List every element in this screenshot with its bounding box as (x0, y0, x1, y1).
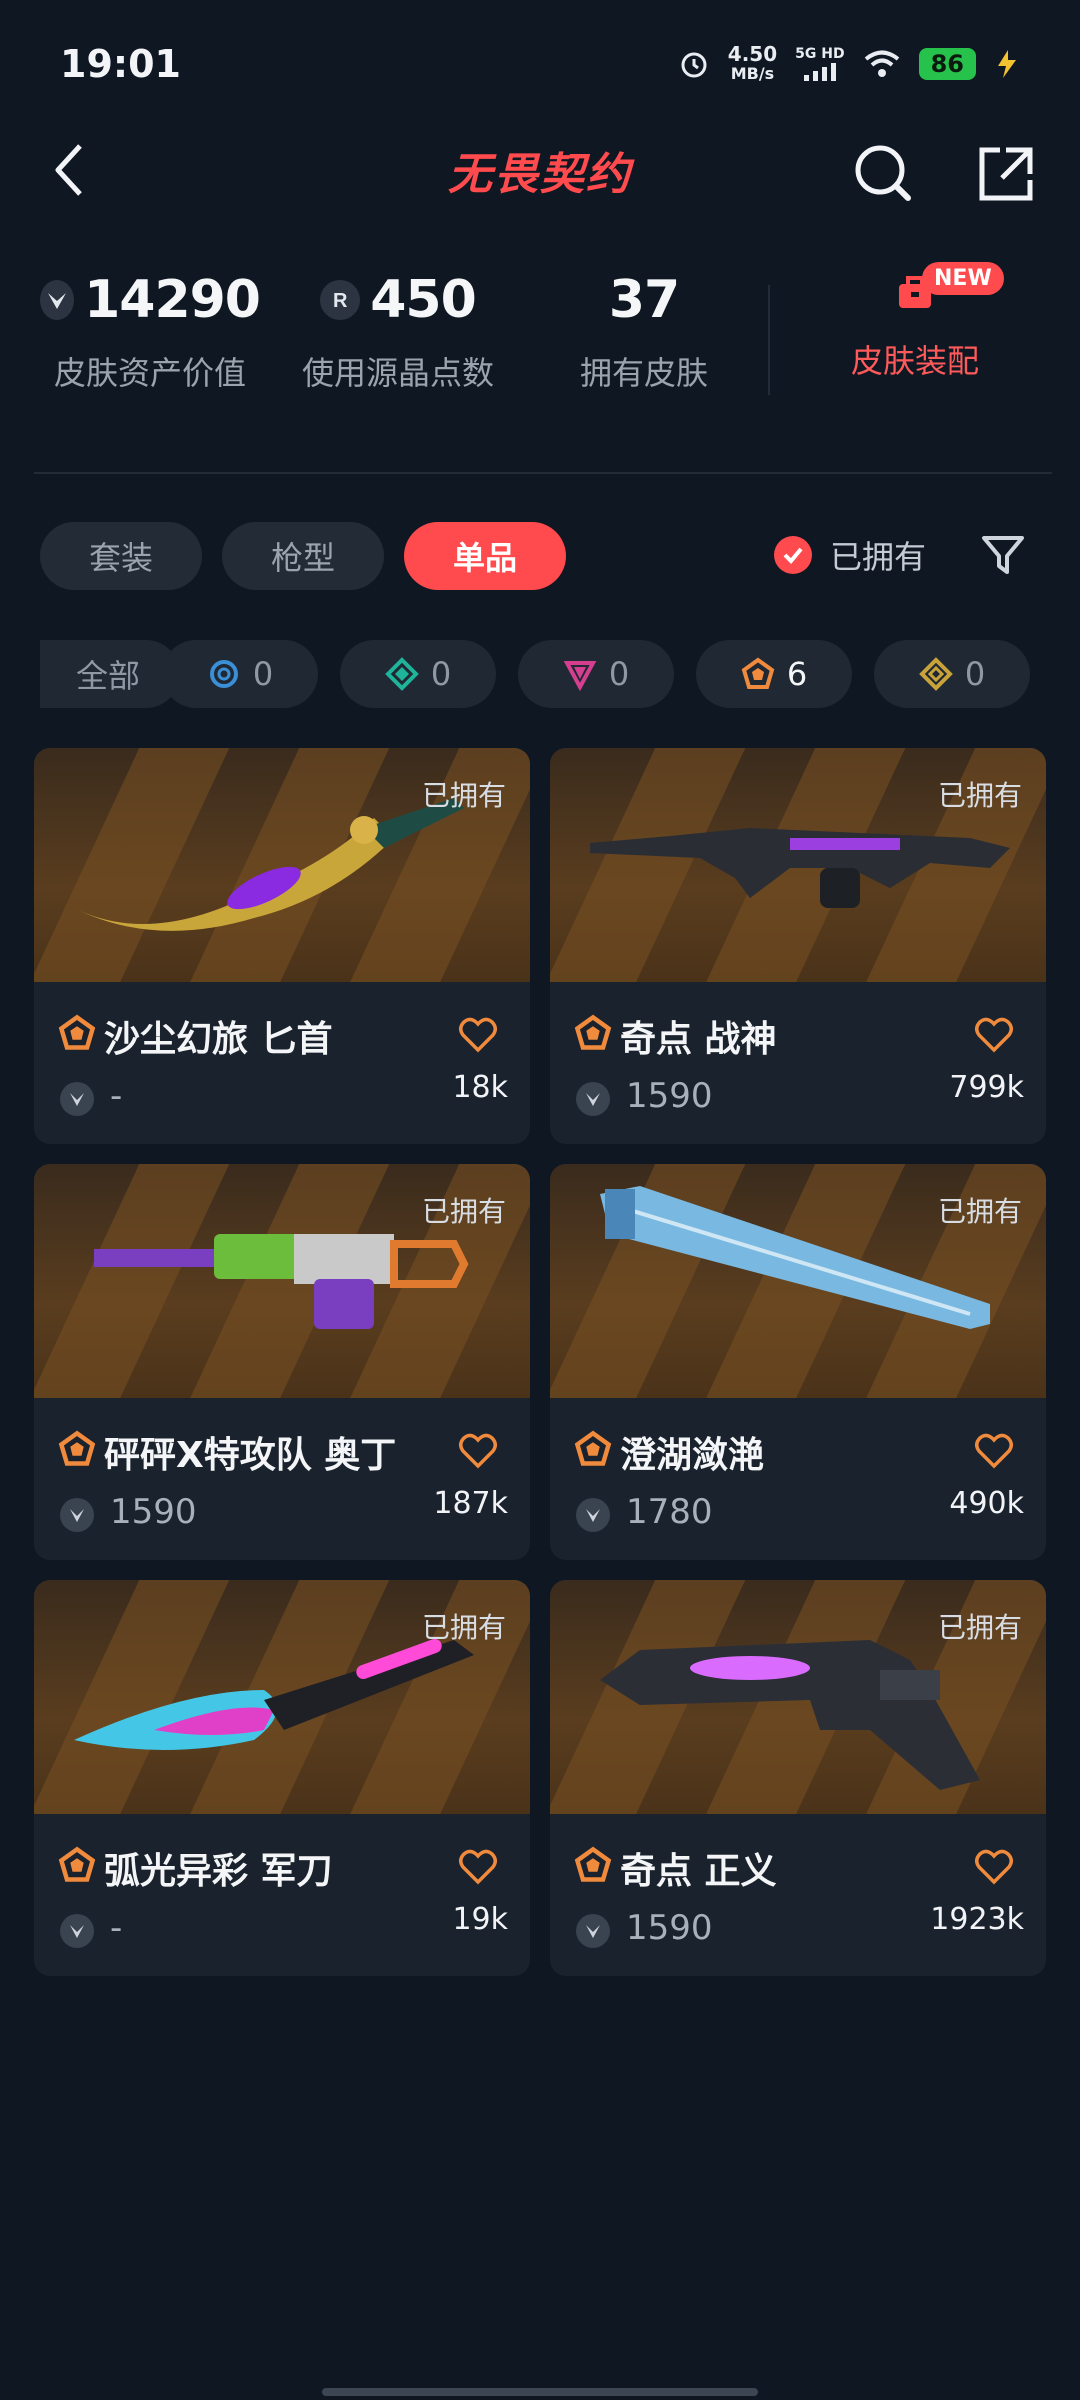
exclusive-tier-icon (574, 1846, 612, 1882)
section-divider (34, 472, 1052, 474)
battery-level: 86 (918, 48, 976, 80)
heart-icon[interactable] (974, 1848, 1014, 1886)
skin-name: 弧光异彩 军刀 (104, 1851, 333, 1892)
tier-filter-row: 全部 0 0 0 6 0 (40, 640, 1040, 708)
tier-chip-deluxe[interactable]: 0 (340, 640, 496, 708)
tab-single-item[interactable]: 单品 (404, 522, 566, 590)
like-count: 799k (949, 1070, 1024, 1105)
skin-card[interactable]: 已拥有弧光异彩 军刀 - 19k (34, 1580, 530, 1976)
skin-image: 已拥有 (34, 748, 530, 982)
owned-filter-toggle[interactable]: 已拥有 (774, 532, 926, 578)
vp-coin-icon (576, 1498, 610, 1532)
skin-price: 1590 (626, 1908, 713, 1948)
skin-name: 奇点 正义 (620, 1851, 777, 1892)
skin-image: 已拥有 (550, 1580, 1046, 1814)
new-badge: NEW (922, 262, 1004, 295)
network-speed: 4.50 MB/s (727, 42, 778, 83)
select-tier-icon (209, 660, 238, 688)
tier-chip-premium[interactable]: 0 (518, 640, 674, 708)
ultra-tier-icon (918, 657, 953, 691)
skin-price: - (110, 1908, 123, 1948)
vp-coin-icon (60, 1914, 94, 1948)
like-count: 490k (949, 1486, 1024, 1521)
share-button[interactable] (970, 138, 1040, 208)
exclusive-tier-icon (58, 1014, 96, 1050)
exclusive-tier-icon (741, 657, 775, 689)
charging-icon (998, 50, 1016, 78)
skin-price: 1590 (110, 1492, 197, 1532)
page-title: 无畏契约 (448, 149, 632, 200)
stats-divider (768, 285, 770, 395)
vp-coin-icon (576, 1082, 610, 1116)
vp-coin-icon (40, 280, 75, 320)
skin-image: 已拥有 (34, 1580, 530, 1814)
exclusive-tier-icon (574, 1430, 612, 1466)
skin-name: 奇点 战神 (620, 1019, 777, 1060)
skin-price: - (110, 1076, 123, 1116)
tier-chip-all[interactable]: 全部 (40, 640, 180, 708)
skin-name: 砰砰X特攻队 奥丁 (104, 1435, 397, 1476)
skin-name: 沙尘幻旅 匕首 (104, 1019, 333, 1060)
vp-coin-icon (60, 1082, 94, 1116)
skin-card[interactable]: 已拥有砰砰X特攻队 奥丁 1590 187k (34, 1164, 530, 1560)
alarm-icon (681, 52, 707, 78)
radianite-stat: R 450 使用源晶点数 (301, 270, 494, 392)
signal-bars-icon (803, 63, 836, 81)
owned-label: 已拥有 (421, 1611, 506, 1644)
heart-icon[interactable] (974, 1432, 1014, 1470)
skin-image: 已拥有 (550, 748, 1046, 982)
heart-icon[interactable] (458, 1848, 498, 1886)
owned-label: 已拥有 (937, 1611, 1022, 1644)
home-indicator[interactable] (322, 2388, 758, 2396)
status-icons: 4.50 MB/s 5G HD 86 (678, 44, 1020, 84)
exclusive-tier-icon (58, 1846, 96, 1882)
skin-card[interactable]: 已拥有澄湖潋滟 1780 490k (550, 1164, 1046, 1560)
skin-card[interactable]: 已拥有奇点 战神 1590 799k (550, 748, 1046, 1144)
owned-label: 已拥有 (937, 779, 1022, 812)
owned-skins-stat: 37 拥有皮肤 (579, 270, 708, 392)
tier-chip-select[interactable]: 0 (162, 640, 318, 708)
heart-icon[interactable] (974, 1016, 1014, 1054)
skin-price: 1590 (626, 1076, 713, 1116)
owned-label: 已拥有 (421, 779, 506, 812)
filter-button[interactable] (978, 530, 1028, 580)
wifi-icon (864, 50, 899, 77)
heart-icon[interactable] (458, 1016, 498, 1054)
deluxe-tier-icon (384, 657, 419, 691)
skin-price: 1780 (626, 1492, 713, 1532)
heart-icon[interactable] (458, 1432, 498, 1470)
skin-name: 澄湖潋滟 (620, 1435, 765, 1476)
share-icon (979, 147, 1033, 201)
skin-image: 已拥有 (34, 1164, 530, 1398)
tab-weapon-type[interactable]: 枪型 (222, 522, 384, 590)
skin-loadout-button[interactable]: 皮肤装配 (790, 270, 1040, 382)
svg-text:R: R (333, 290, 348, 312)
check-icon (774, 536, 812, 574)
search-icon (855, 145, 911, 201)
owned-label: 已拥有 (937, 1195, 1022, 1228)
premium-tier-icon (563, 661, 597, 691)
tab-bundle[interactable]: 套装 (40, 522, 202, 590)
skin-card[interactable]: 已拥有沙尘幻旅 匕首 - 18k (34, 748, 530, 1144)
tier-chip-ultra[interactable]: 0 (874, 640, 1030, 708)
cell-signal: 5G HD (795, 47, 845, 81)
skin-image: 已拥有 (550, 1164, 1046, 1398)
radianite-coin-icon: R (320, 280, 361, 320)
vp-coin-icon (576, 1914, 610, 1948)
asset-value-stat: 14290 皮肤资产价值 (40, 270, 261, 394)
filter-icon (982, 536, 1024, 574)
exclusive-tier-icon (58, 1430, 96, 1466)
skin-card[interactable]: 已拥有奇点 正义 1590 1923k (550, 1580, 1046, 1976)
vp-coin-icon (60, 1498, 94, 1532)
like-count: 187k (433, 1486, 508, 1521)
status-time: 19:01 (60, 42, 181, 86)
like-count: 18k (452, 1070, 508, 1105)
owned-label: 已拥有 (421, 1195, 506, 1228)
like-count: 1923k (930, 1902, 1024, 1937)
search-button[interactable] (848, 138, 918, 208)
tier-chip-exclusive[interactable]: 6 (696, 640, 852, 708)
exclusive-tier-icon (574, 1014, 612, 1050)
like-count: 19k (452, 1902, 508, 1937)
